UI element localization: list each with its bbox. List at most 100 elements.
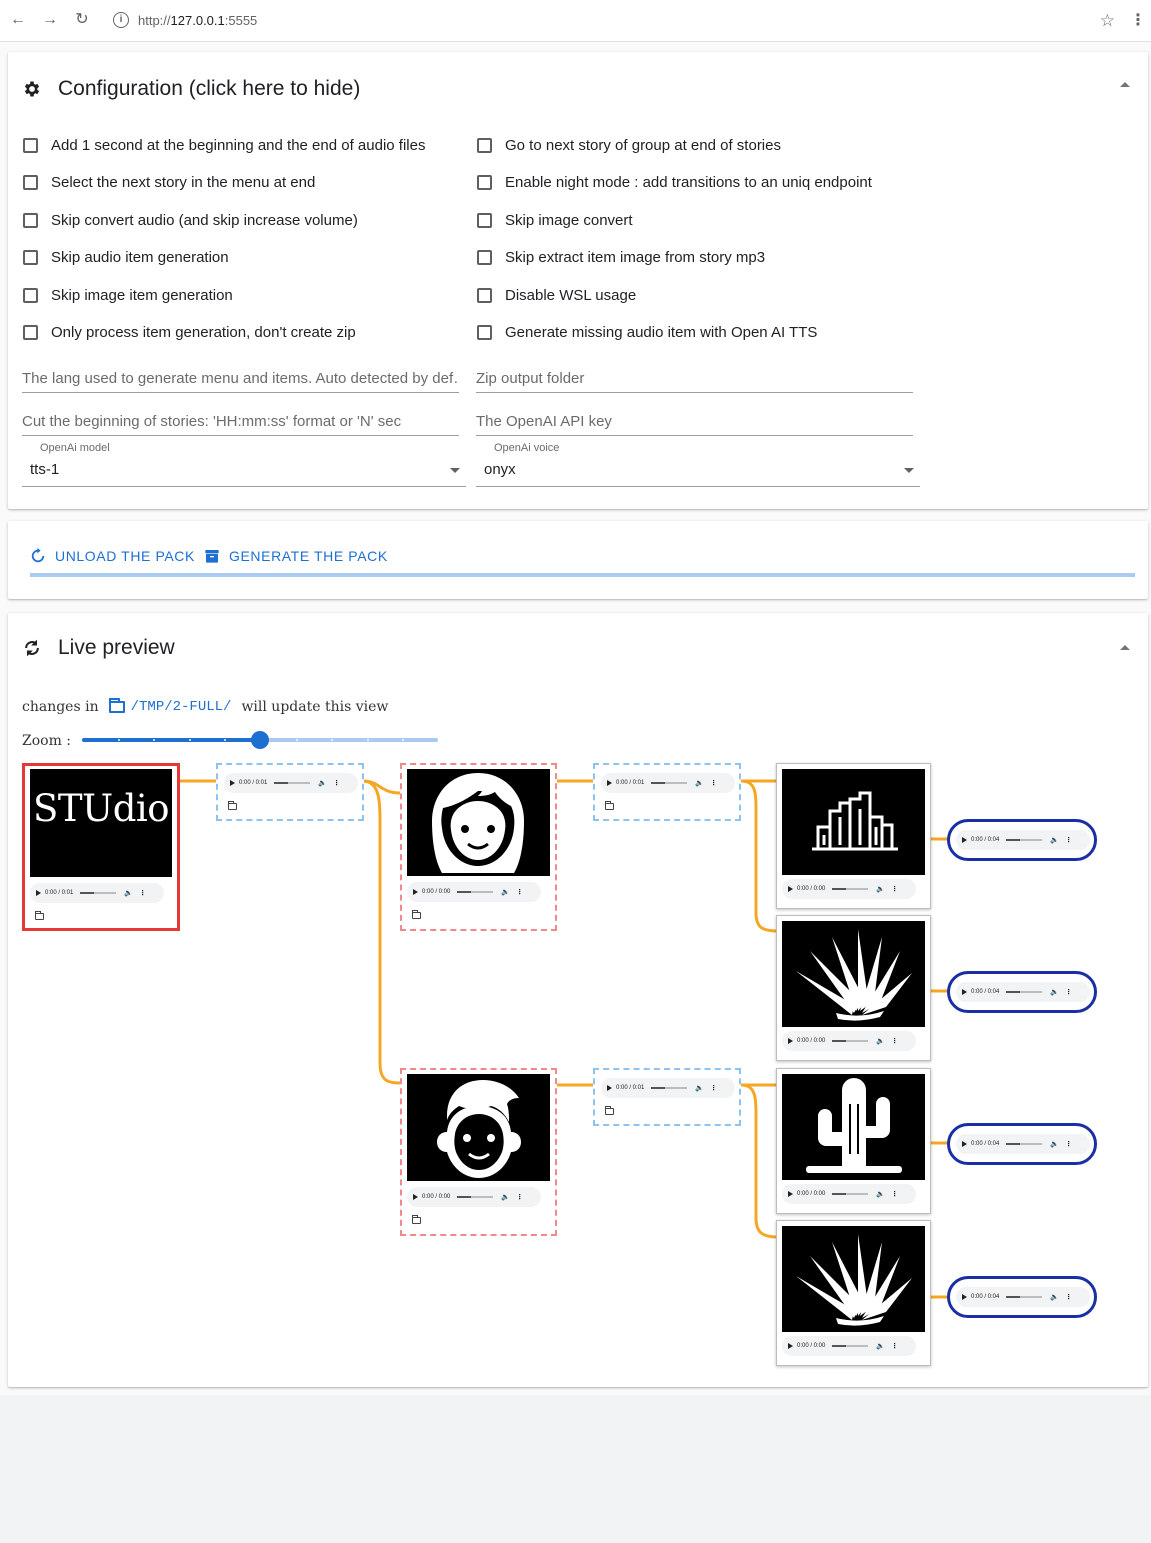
- volume-icon[interactable]: 🔈: [876, 1190, 885, 1198]
- play-icon[interactable]: [36, 890, 41, 896]
- checkbox-disable-wsl[interactable]: Disable WSL usage: [477, 287, 636, 304]
- story-node-agave[interactable]: 0:00 / 0:00 🔈 ⋮: [776, 1220, 931, 1366]
- cut-beginning-input[interactable]: [22, 408, 459, 434]
- browser-menu-icon[interactable]: ⋮: [1130, 10, 1146, 30]
- volume-icon[interactable]: 🔈: [695, 779, 704, 787]
- checkbox-box[interactable]: [477, 325, 492, 340]
- action-node[interactable]: 0:00 / 0:01 🔈 ⋮: [593, 1068, 741, 1126]
- dropdown-caret-icon[interactable]: [450, 468, 460, 473]
- end-node[interactable]: 0:00 / 0:04 🔈 ⋮: [947, 819, 1097, 861]
- play-icon[interactable]: [788, 886, 793, 892]
- volume-icon[interactable]: 🔈: [876, 1342, 885, 1350]
- volume-icon[interactable]: 🔈: [876, 885, 885, 893]
- checkbox-box[interactable]: [477, 213, 492, 228]
- play-icon[interactable]: [788, 1343, 793, 1349]
- more-icon[interactable]: ⋮: [1065, 836, 1072, 844]
- audio-player[interactable]: 0:00 / 0:00 🔈 ⋮: [407, 882, 541, 902]
- checkbox-box[interactable]: [477, 288, 492, 303]
- checkbox-box[interactable]: [477, 250, 492, 265]
- audio-player[interactable]: 0:00 / 0:00 🔈 ⋮: [407, 1187, 541, 1207]
- audio-player[interactable]: 0:00 / 0:01 🔈 ⋮: [224, 773, 358, 793]
- play-icon[interactable]: [962, 989, 967, 995]
- play-icon[interactable]: [413, 1194, 418, 1200]
- checkbox-skip-image-item[interactable]: Skip image item generation: [23, 287, 233, 304]
- audio-track[interactable]: [274, 782, 311, 784]
- bookmark-star-icon[interactable]: ☆: [1100, 11, 1115, 31]
- checkbox-box[interactable]: [23, 175, 38, 190]
- forward-arrow-icon[interactable]: →: [40, 10, 60, 30]
- audio-track[interactable]: [457, 891, 494, 893]
- lang-input[interactable]: [22, 365, 459, 391]
- lang-field[interactable]: [22, 365, 459, 393]
- audio-track[interactable]: [651, 782, 688, 784]
- story-node-buildings[interactable]: 0:00 / 0:00 🔈 ⋮: [776, 763, 931, 909]
- play-icon[interactable]: [962, 1294, 967, 1300]
- checkbox-box[interactable]: [23, 250, 38, 265]
- volume-icon[interactable]: 🔈: [501, 888, 510, 896]
- checkbox-select-next-story[interactable]: Select the next story in the menu at end: [23, 174, 315, 191]
- folder-icon[interactable]: [412, 1215, 421, 1224]
- openai-voice-select[interactable]: OpenAi voice onyx: [476, 442, 920, 487]
- end-node[interactable]: 0:00 / 0:04 🔈 ⋮: [947, 1123, 1097, 1165]
- audio-track[interactable]: [651, 1087, 688, 1089]
- more-icon[interactable]: ⋮: [1065, 1293, 1072, 1301]
- checkbox-next-story-group[interactable]: Go to next story of group at end of stor…: [477, 137, 781, 154]
- more-icon[interactable]: ⋮: [1065, 988, 1072, 996]
- checkbox-box[interactable]: [23, 213, 38, 228]
- zoom-slider-thumb[interactable]: [251, 731, 269, 749]
- audio-track[interactable]: [832, 888, 869, 890]
- story-node-cactus[interactable]: 0:00 / 0:00 🔈 ⋮: [776, 1068, 931, 1214]
- play-icon[interactable]: [788, 1191, 793, 1197]
- audio-player[interactable]: 0:00 / 0:04 🔈 ⋮: [956, 982, 1090, 1002]
- audio-player[interactable]: 0:00 / 0:01 🔈 ⋮: [601, 1078, 735, 1098]
- volume-icon[interactable]: 🔈: [1050, 836, 1059, 844]
- live-preview-header[interactable]: Live preview: [22, 633, 175, 663]
- volume-icon[interactable]: 🔈: [1050, 988, 1059, 996]
- configuration-header[interactable]: Configuration (click here to hide): [22, 74, 360, 104]
- more-icon[interactable]: ⋮: [333, 779, 340, 787]
- stage-node-boy[interactable]: 0:00 / 0:00 🔈 ⋮: [400, 1068, 557, 1236]
- volume-icon[interactable]: 🔈: [318, 779, 327, 787]
- address-bar[interactable]: i http://127.0.0.1:5555 ☆: [105, 5, 1123, 37]
- play-icon[interactable]: [230, 780, 235, 786]
- audio-track[interactable]: [80, 892, 117, 894]
- more-icon[interactable]: ⋮: [516, 1193, 523, 1201]
- play-icon[interactable]: [962, 837, 967, 843]
- stage-node-girl[interactable]: 0:00 / 0:00 🔈 ⋮: [400, 763, 557, 931]
- more-icon[interactable]: ⋮: [891, 885, 898, 893]
- more-icon[interactable]: ⋮: [710, 779, 717, 787]
- back-arrow-icon[interactable]: ←: [8, 10, 28, 30]
- audio-track[interactable]: [832, 1193, 869, 1195]
- openai-voice-value[interactable]: onyx: [484, 461, 516, 478]
- play-icon[interactable]: [962, 1141, 967, 1147]
- checkbox-openai-tts[interactable]: Generate missing audio item with Open AI…: [477, 324, 817, 341]
- audio-player[interactable]: 0:00 / 0:01 🔈 ⋮: [601, 773, 735, 793]
- checkbox-skip-image-convert[interactable]: Skip image convert: [477, 212, 633, 229]
- changes-path-link[interactable]: /TMP/2-FULL/: [131, 699, 232, 715]
- more-icon[interactable]: ⋮: [710, 1084, 717, 1092]
- end-node[interactable]: 0:00 / 0:04 🔈 ⋮: [947, 971, 1097, 1013]
- more-icon[interactable]: ⋮: [891, 1342, 898, 1350]
- url-text[interactable]: http://127.0.0.1:5555: [138, 13, 257, 28]
- more-icon[interactable]: ⋮: [1065, 1140, 1072, 1148]
- folder-icon[interactable]: [605, 1106, 614, 1115]
- checkbox-skip-extract-image[interactable]: Skip extract item image from story mp3: [477, 249, 765, 266]
- audio-player[interactable]: 0:00 / 0:00 🔈 ⋮: [782, 879, 916, 899]
- end-node[interactable]: 0:00 / 0:04 🔈 ⋮: [947, 1276, 1097, 1318]
- more-icon[interactable]: ⋮: [139, 889, 146, 897]
- audio-track[interactable]: [832, 1345, 869, 1347]
- audio-track[interactable]: [1006, 1143, 1043, 1145]
- audio-player[interactable]: 0:00 / 0:01 🔈 ⋮: [30, 883, 164, 903]
- story-node-agave[interactable]: 0:00 / 0:00 🔈 ⋮: [776, 915, 931, 1061]
- collapse-caret-icon[interactable]: [1120, 82, 1130, 87]
- action-node[interactable]: 0:00 / 0:01 🔈 ⋮: [593, 763, 741, 821]
- checkbox-box[interactable]: [23, 288, 38, 303]
- folder-icon[interactable]: [605, 801, 614, 810]
- zip-folder-input[interactable]: [476, 365, 913, 391]
- action-node[interactable]: 0:00 / 0:01 🔈 ⋮: [216, 763, 364, 821]
- unload-pack-button[interactable]: UNLOAD THE PACK: [30, 548, 195, 564]
- checkbox-box[interactable]: [23, 138, 38, 153]
- api-key-field[interactable]: [476, 408, 913, 436]
- checkbox-box[interactable]: [477, 138, 492, 153]
- configuration-title[interactable]: Configuration (click here to hide): [58, 77, 360, 101]
